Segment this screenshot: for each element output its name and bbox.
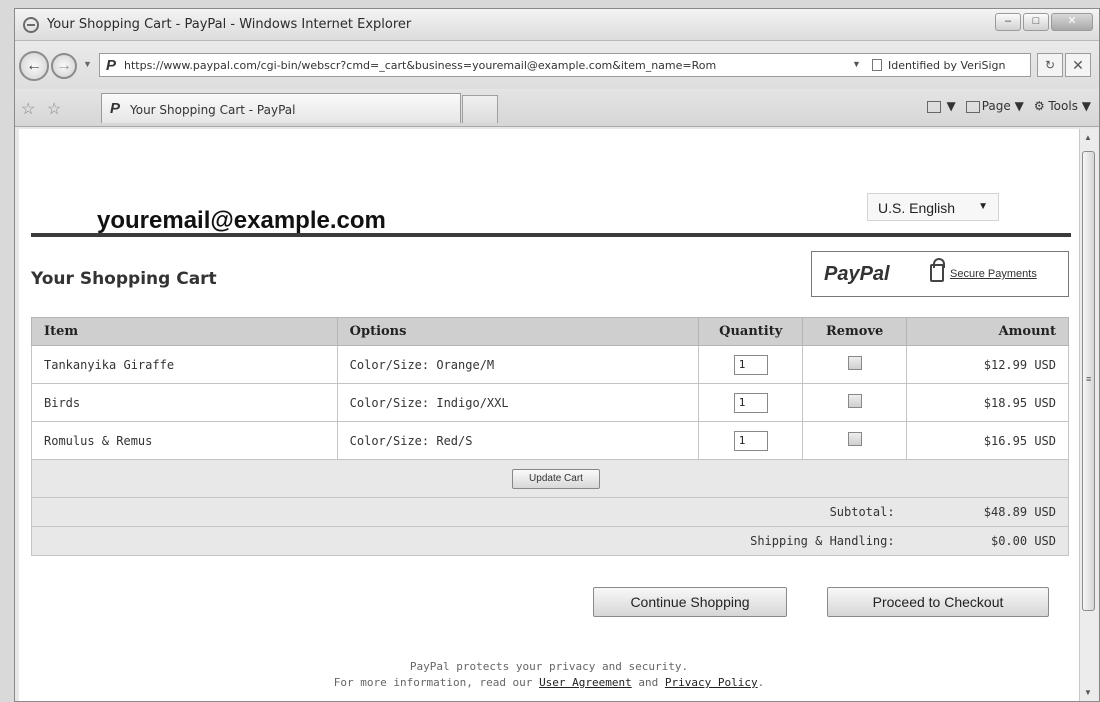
- table-row: Birds Color/Size: Indigo/XXL $18.95 USD: [31, 383, 1069, 422]
- item-amount: $16.95 USD: [906, 421, 1069, 460]
- header-divider: [31, 233, 1071, 237]
- add-favorites-icon[interactable]: ☆: [47, 99, 61, 119]
- shipping-value: $0.00 USD: [906, 526, 1069, 556]
- page-menu-label: Page: [981, 99, 1011, 113]
- page-title: Your Shopping Cart: [31, 269, 217, 289]
- scroll-up-icon[interactable]: ▲: [1084, 133, 1092, 142]
- col-remove: Remove: [802, 317, 908, 346]
- update-row: Update Cart: [31, 459, 1069, 498]
- title-bar: Your Shopping Cart - PayPal - Windows In…: [15, 9, 1099, 41]
- footer-line-1: PayPal protects your privacy and securit…: [409, 660, 689, 673]
- item-amount: $12.99 USD: [906, 345, 1069, 384]
- proceed-to-checkout-button[interactable]: Proceed to Checkout: [827, 587, 1049, 617]
- ie-logo-icon: [23, 17, 39, 33]
- update-cart-button[interactable]: Update Cart: [512, 468, 600, 489]
- footer-prefix: For more information, read our: [333, 676, 533, 689]
- paypal-secure-badge: PayPal Secure Payments: [811, 251, 1069, 297]
- subtotal-row: Subtotal: $48.89 USD: [30, 497, 1069, 527]
- chevron-down-icon: ▼: [978, 201, 988, 212]
- paypal-favicon-icon: P: [106, 57, 117, 74]
- item-name: Birds: [31, 383, 338, 422]
- back-button[interactable]: ←: [19, 51, 49, 81]
- table-row: Romulus & Remus Color/Size: Red/S $16.95…: [31, 421, 1069, 460]
- secure-payments-link[interactable]: Secure Payments: [950, 268, 1037, 280]
- privacy-footer: PayPal protects your privacy and securit…: [19, 659, 1079, 691]
- item-options: Color/Size: Indigo/XXL: [336, 383, 700, 422]
- new-tab-button[interactable]: [462, 95, 498, 123]
- paypal-tab-icon: P: [110, 100, 121, 117]
- col-quantity: Quantity: [698, 317, 804, 346]
- tools-menu-label: Tools: [1048, 99, 1078, 113]
- tools-menu[interactable]: ⚙ Tools ▼: [1034, 99, 1091, 113]
- command-bar: ▼ Page ▼ ⚙ Tools ▼: [926, 99, 1091, 113]
- footer-and: and: [638, 676, 659, 689]
- language-value: U.S. English: [878, 200, 956, 216]
- subtotal-value: $48.89 USD: [906, 497, 1069, 527]
- merchant-email: youremail@example.com: [97, 207, 386, 234]
- col-item: Item: [31, 317, 338, 346]
- user-agreement-link[interactable]: User Agreement: [539, 676, 632, 689]
- address-bar[interactable]: P https://www.paypal.com/cgi-bin/webscr?…: [99, 53, 1031, 77]
- item-options: Color/Size: Red/S: [336, 421, 700, 460]
- item-name: Romulus & Remus: [31, 421, 338, 460]
- security-lock-icon[interactable]: [872, 59, 882, 71]
- item-options: Color/Size: Orange/M: [336, 345, 700, 384]
- subtotal-label: Subtotal:: [30, 497, 907, 527]
- footer-period: .: [757, 676, 765, 689]
- feeds-icon[interactable]: ▼: [926, 99, 956, 113]
- item-amount: $18.95 USD: [906, 383, 1069, 422]
- remove-checkbox[interactable]: [847, 432, 862, 446]
- navigation-bar: ← → ▼ P https://www.paypal.com/cgi-bin/w…: [15, 41, 1099, 89]
- favorites-star-icon[interactable]: ☆: [21, 99, 35, 119]
- cart-table: Item Options Quantity Remove Amount Tank…: [30, 317, 1069, 556]
- remove-checkbox[interactable]: [847, 394, 862, 408]
- grip-icon: ≡: [1086, 374, 1092, 384]
- browser-window: Your Shopping Cart - PayPal - Windows In…: [14, 8, 1100, 702]
- quantity-input[interactable]: [733, 392, 768, 413]
- maximize-button[interactable]: □: [1023, 13, 1049, 31]
- address-dropdown-icon[interactable]: ▼: [852, 59, 861, 69]
- tab-label: Your Shopping Cart - PayPal: [130, 103, 296, 117]
- col-options: Options: [336, 317, 700, 346]
- footer-line-2: For more information, read our User Agre…: [19, 675, 1079, 691]
- vertical-scrollbar[interactable]: ▲ ≡ ▼: [1079, 129, 1097, 701]
- url-text[interactable]: https://www.paypal.com/cgi-bin/webscr?cm…: [124, 59, 844, 72]
- item-name: Tankanyika Giraffe: [31, 345, 338, 384]
- paypal-logo: PayPal: [824, 263, 890, 285]
- page-icon: [965, 100, 980, 113]
- scroll-down-icon[interactable]: ▼: [1084, 688, 1092, 697]
- close-button[interactable]: ✕: [1051, 13, 1093, 31]
- remove-checkbox[interactable]: [847, 356, 862, 370]
- refresh-button[interactable]: ↻: [1037, 53, 1063, 77]
- table-header-row: Item Options Quantity Remove Amount: [31, 317, 1069, 346]
- scroll-thumb[interactable]: ≡: [1082, 151, 1095, 611]
- privacy-policy-link[interactable]: Privacy Policy: [665, 676, 758, 689]
- tab-shopping-cart[interactable]: P Your Shopping Cart - PayPal: [101, 93, 461, 123]
- continue-shopping-button[interactable]: Continue Shopping: [593, 587, 787, 617]
- table-row: Tankanyika Giraffe Color/Size: Orange/M …: [31, 345, 1069, 384]
- window-controls: – □ ✕: [995, 13, 1093, 31]
- language-select[interactable]: U.S. English ▼: [867, 193, 999, 221]
- minimize-button[interactable]: –: [995, 13, 1021, 31]
- page-content: youremail@example.com U.S. English ▼ You…: [19, 129, 1079, 701]
- security-identity-label[interactable]: Identified by VeriSign: [888, 59, 1006, 72]
- shipping-label: Shipping & Handling:: [30, 526, 907, 556]
- shipping-row: Shipping & Handling: $0.00 USD: [30, 526, 1069, 556]
- col-amount: Amount: [906, 317, 1069, 346]
- stop-button[interactable]: ✕: [1065, 53, 1091, 77]
- quantity-input[interactable]: [733, 430, 768, 451]
- recent-pages-dropdown-icon[interactable]: ▼: [83, 59, 92, 69]
- window-title: Your Shopping Cart - PayPal - Windows In…: [47, 17, 412, 32]
- forward-button[interactable]: →: [51, 53, 77, 79]
- padlock-icon: [930, 258, 945, 282]
- quantity-input[interactable]: [733, 354, 768, 375]
- page-menu[interactable]: Page ▼: [965, 99, 1024, 113]
- tab-bar: ☆ ☆ P Your Shopping Cart - PayPal ▼ Page…: [15, 89, 1099, 127]
